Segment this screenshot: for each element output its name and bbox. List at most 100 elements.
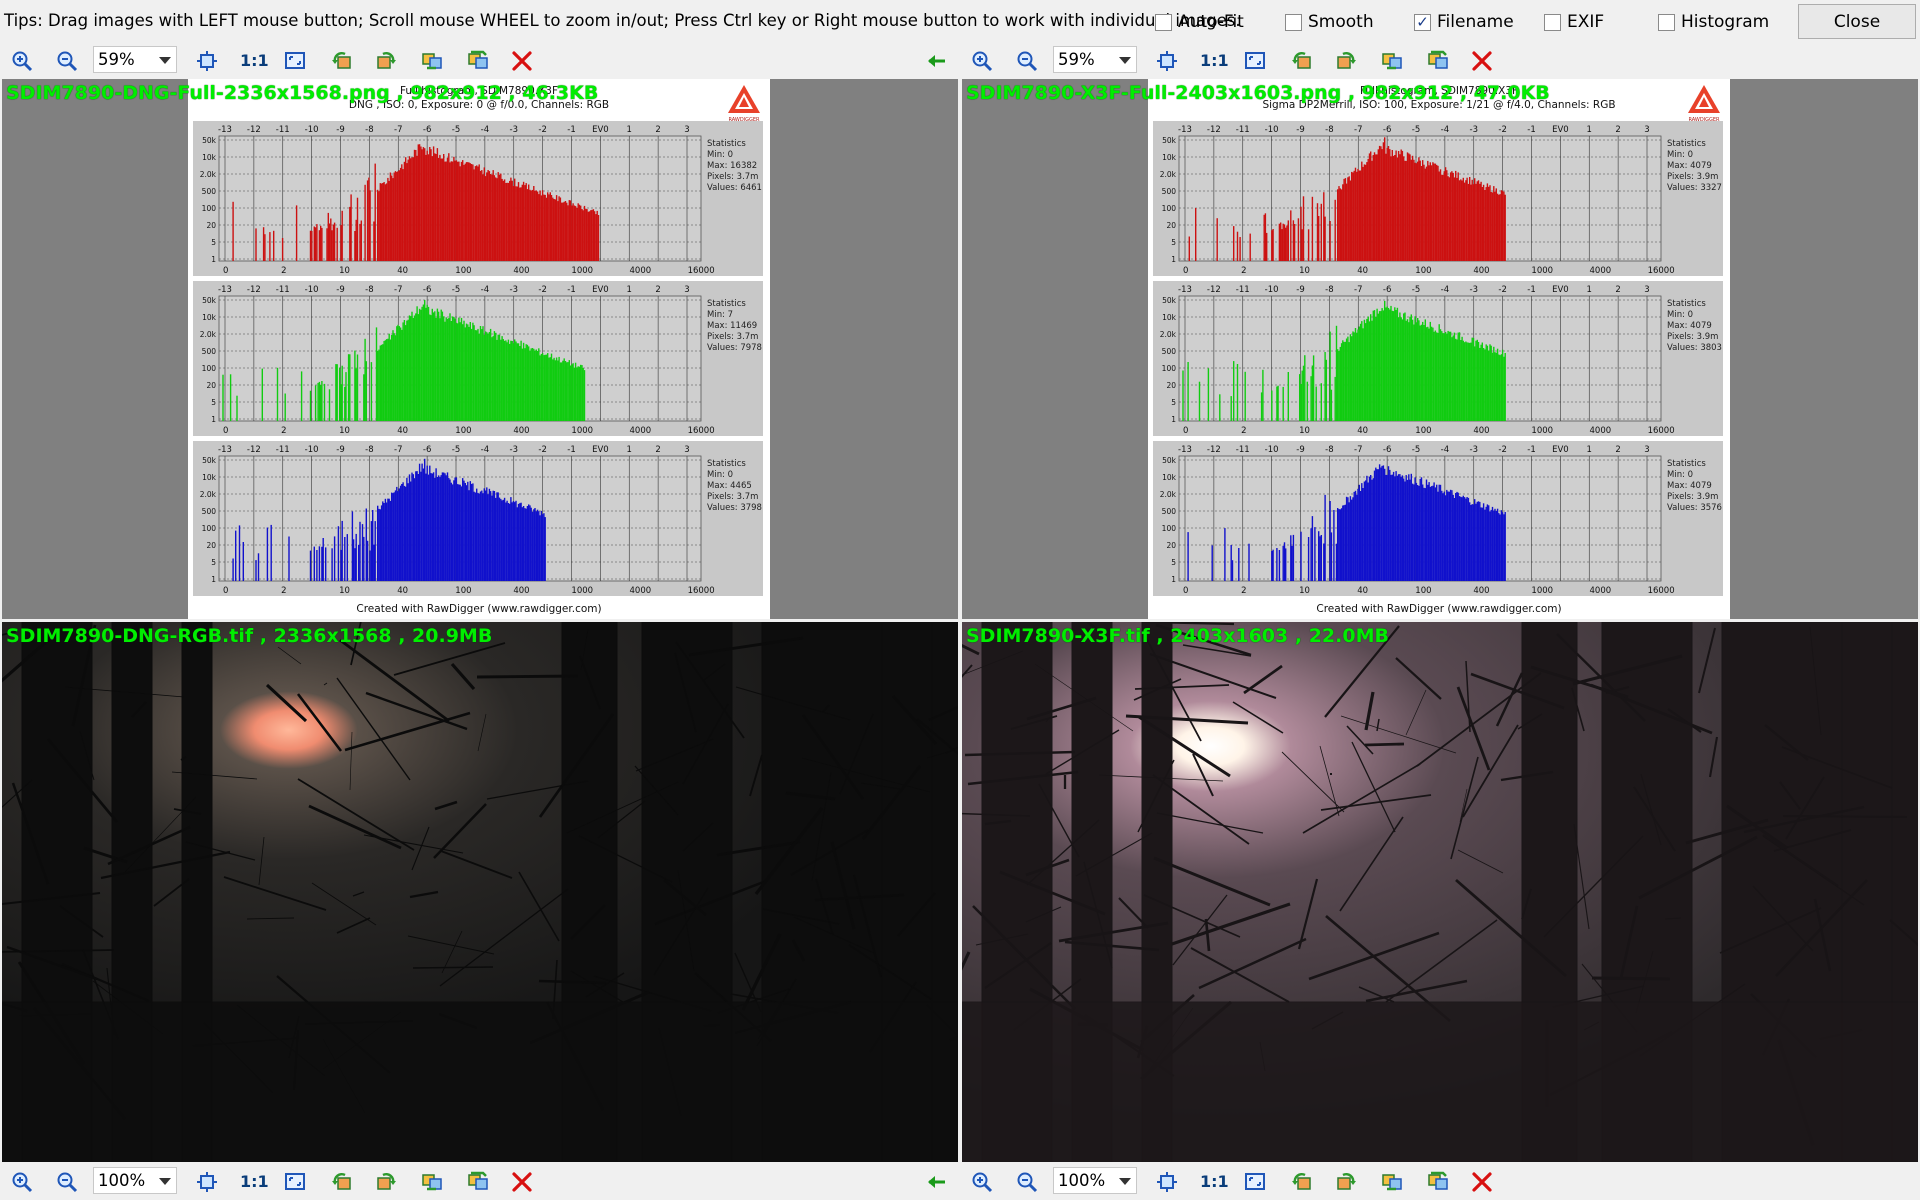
svg-text:100: 100 bbox=[202, 204, 217, 213]
exif-checkbox[interactable]: EXIF bbox=[1544, 12, 1604, 32]
svg-text:10: 10 bbox=[339, 266, 350, 276]
pane-bottom-right[interactable]: SDIM7890-X3F.tif , 2403x1603 , 22.0MB bbox=[962, 622, 1918, 1162]
close-button[interactable]: Close bbox=[1798, 4, 1916, 39]
rotate-left-icon[interactable] bbox=[1290, 49, 1314, 73]
svg-text:-13: -13 bbox=[218, 285, 232, 295]
svg-text:-3: -3 bbox=[510, 445, 518, 455]
flip-vertical-icon[interactable] bbox=[466, 49, 490, 73]
flip-horizontal-icon[interactable] bbox=[420, 1170, 444, 1194]
fit-screen-icon[interactable] bbox=[1243, 49, 1267, 73]
svg-text:100: 100 bbox=[455, 426, 471, 436]
svg-text:0: 0 bbox=[223, 586, 228, 596]
fit-screen-icon[interactable] bbox=[283, 1170, 307, 1194]
zoom-out-icon[interactable] bbox=[55, 49, 79, 73]
auto-fit-check-box[interactable] bbox=[1155, 13, 1172, 31]
svg-text:-11: -11 bbox=[276, 125, 290, 135]
svg-text:Max: 4465: Max: 4465 bbox=[707, 481, 752, 491]
rotate-right-icon[interactable] bbox=[1334, 1170, 1358, 1194]
zoom-value: 59% bbox=[1058, 50, 1095, 69]
svg-text:Values: 3798: Values: 3798 bbox=[707, 503, 762, 513]
rotate-left-icon[interactable] bbox=[1290, 1170, 1314, 1194]
zoom-select[interactable]: 59% bbox=[1053, 46, 1137, 73]
svg-text:-1: -1 bbox=[567, 125, 575, 135]
rotate-left-icon[interactable] bbox=[330, 49, 354, 73]
filename-check-box[interactable]: ✓ bbox=[1414, 13, 1431, 31]
svg-text:EV0: EV0 bbox=[1552, 285, 1569, 295]
svg-text:-8: -8 bbox=[365, 445, 373, 455]
rotate-right-icon[interactable] bbox=[374, 49, 398, 73]
auto-fit-checkbox[interactable]: Auto-Fit bbox=[1155, 12, 1244, 32]
rotate-right-icon[interactable] bbox=[1334, 49, 1358, 73]
zoom-in-icon[interactable] bbox=[10, 1170, 34, 1194]
fit-screen-icon[interactable] bbox=[283, 49, 307, 73]
arrow-left-icon[interactable] bbox=[925, 1170, 949, 1194]
actual-size-button[interactable]: 1:1 bbox=[240, 51, 269, 70]
svg-text:1: 1 bbox=[1587, 445, 1592, 455]
svg-text:5: 5 bbox=[1171, 398, 1176, 407]
pane-top-left[interactable]: Full histogram, SDIM7890.X3F DNG , ISO: 0… bbox=[2, 79, 958, 619]
zoom-out-icon[interactable] bbox=[55, 1170, 79, 1194]
svg-text:2.0k: 2.0k bbox=[1160, 490, 1177, 499]
smooth-check-box[interactable] bbox=[1285, 13, 1302, 31]
actual-size-button[interactable]: 1:1 bbox=[1200, 51, 1229, 70]
rotate-right-icon[interactable] bbox=[374, 1170, 398, 1194]
flip-horizontal-icon[interactable] bbox=[1380, 49, 1404, 73]
chevron-down-icon[interactable] bbox=[159, 57, 171, 64]
remove-icon[interactable] bbox=[1470, 49, 1494, 73]
flip-horizontal-icon[interactable] bbox=[1380, 1170, 1404, 1194]
zoom-in-icon[interactable] bbox=[970, 49, 994, 73]
actual-size-button[interactable]: 1:1 bbox=[1200, 1172, 1229, 1191]
flip-vertical-icon[interactable] bbox=[1426, 49, 1450, 73]
chevron-down-icon[interactable] bbox=[1119, 57, 1131, 64]
svg-text:Pixels: 3.9m: Pixels: 3.9m bbox=[1667, 492, 1718, 502]
zoom-select[interactable]: 59% bbox=[93, 46, 177, 73]
svg-text:Max: 16382: Max: 16382 bbox=[707, 161, 757, 171]
zoom-select[interactable]: 100% bbox=[93, 1167, 177, 1194]
fit-screen-icon[interactable] bbox=[1243, 1170, 1267, 1194]
zoom-in-icon[interactable] bbox=[10, 49, 34, 73]
flip-vertical-icon[interactable] bbox=[1426, 1170, 1450, 1194]
zoom-out-icon[interactable] bbox=[1015, 1170, 1039, 1194]
rotate-left-icon[interactable] bbox=[330, 1170, 354, 1194]
smooth-checkbox[interactable]: Smooth bbox=[1285, 12, 1374, 32]
svg-text:2: 2 bbox=[281, 426, 286, 436]
chevron-down-icon[interactable] bbox=[1119, 1178, 1131, 1185]
chevron-down-icon[interactable] bbox=[159, 1178, 171, 1185]
svg-text:-5: -5 bbox=[452, 445, 460, 455]
histogram-checkbox[interactable]: Histogram bbox=[1658, 12, 1769, 32]
svg-text:EV0: EV0 bbox=[1552, 445, 1569, 455]
filename-checkbox[interactable]: ✓ Filename bbox=[1414, 12, 1514, 32]
svg-text:2.0k: 2.0k bbox=[200, 330, 217, 339]
remove-icon[interactable] bbox=[510, 1170, 534, 1194]
pane-top-right[interactable]: Full histogram, SDIM7890.X3F Sigma DP2Mer… bbox=[962, 79, 1918, 619]
flip-horizontal-icon[interactable] bbox=[420, 49, 444, 73]
histogram-check-box[interactable] bbox=[1658, 13, 1675, 31]
fit-window-icon[interactable] bbox=[195, 49, 219, 73]
remove-icon[interactable] bbox=[510, 49, 534, 73]
svg-text:Statistics: Statistics bbox=[1667, 459, 1706, 469]
actual-size-button[interactable]: 1:1 bbox=[240, 1172, 269, 1191]
histogram-panel-red: -13 -12 -11 -10 -9 -8 -7 -6 -5 -4 -3 -2 -1 EV0 1 2 3 0 2 10… bbox=[193, 121, 763, 276]
svg-text:-1: -1 bbox=[567, 285, 575, 295]
fit-window-icon[interactable] bbox=[195, 1170, 219, 1194]
zoom-out-icon[interactable] bbox=[1015, 49, 1039, 73]
svg-text:EV0: EV0 bbox=[592, 445, 609, 455]
remove-icon[interactable] bbox=[1470, 1170, 1494, 1194]
fit-window-icon[interactable] bbox=[1155, 49, 1179, 73]
svg-text:2.0k: 2.0k bbox=[200, 490, 217, 499]
svg-text:16000: 16000 bbox=[1648, 586, 1675, 596]
svg-text:2.0k: 2.0k bbox=[200, 170, 217, 179]
svg-text:4000: 4000 bbox=[630, 266, 652, 276]
arrow-left-icon[interactable] bbox=[925, 49, 949, 73]
svg-text:EV0: EV0 bbox=[1552, 125, 1569, 135]
svg-text:2: 2 bbox=[1241, 266, 1246, 276]
svg-text:500: 500 bbox=[202, 347, 217, 356]
zoom-select[interactable]: 100% bbox=[1053, 1167, 1137, 1194]
flip-vertical-icon[interactable] bbox=[466, 1170, 490, 1194]
svg-text:EV0: EV0 bbox=[592, 125, 609, 135]
exif-check-box[interactable] bbox=[1544, 13, 1561, 31]
svg-text:-11: -11 bbox=[1236, 445, 1250, 455]
pane-bottom-left[interactable]: SDIM7890-DNG-RGB.tif , 2336x1568 , 20.9M… bbox=[2, 622, 958, 1162]
zoom-in-icon[interactable] bbox=[970, 1170, 994, 1194]
fit-window-icon[interactable] bbox=[1155, 1170, 1179, 1194]
